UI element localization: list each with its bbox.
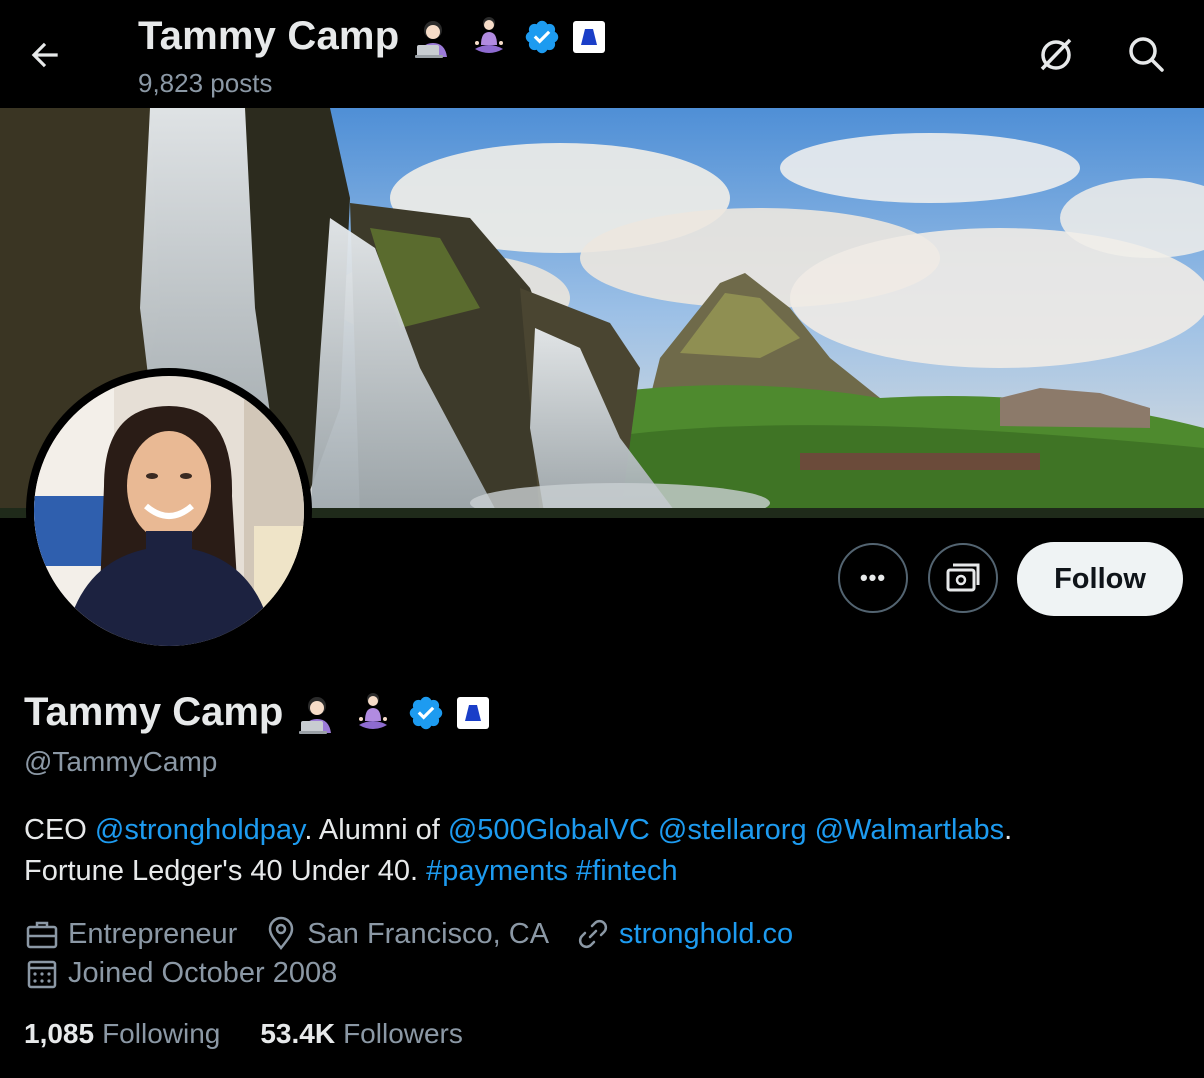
profile-stats: 1,085 Following 53.4K Followers — [24, 1018, 503, 1050]
verified-badge-icon[interactable] — [523, 18, 561, 56]
post-count: 9,823 posts — [138, 68, 273, 98]
profile-joined-row: Joined October 2008 — [24, 955, 363, 991]
bio-text — [650, 814, 658, 846]
briefcase-icon — [26, 921, 58, 949]
profile-bio: CEO @strongholdpay. Alumni of @500Global… — [24, 810, 1184, 892]
profile-joined: Joined October 2008 — [24, 955, 337, 991]
translate-button[interactable] — [1034, 32, 1078, 76]
header-name: Tammy Camp — [138, 14, 400, 58]
profile-name-row: Tammy Camp — [24, 690, 490, 735]
profile-category: Entrepreneur — [24, 916, 237, 952]
bio-text: Fortune Ledger's 40 Under 40. — [24, 855, 427, 887]
search-icon — [1129, 37, 1164, 72]
verified-badge-icon[interactable] — [407, 694, 445, 732]
category-label: Entrepreneur — [68, 917, 238, 950]
search-button[interactable] — [1124, 32, 1168, 76]
hashtag-fintech[interactable]: #fintech — [576, 855, 678, 887]
more-dots-icon: ••• — [859, 565, 887, 590]
subscribe-button[interactable] — [928, 543, 998, 613]
woman-lotus-position-emoji — [475, 16, 504, 53]
profile-meta-row: Entrepreneur San Francisco, CA stronghol… — [24, 916, 819, 952]
mention-walmartlabs[interactable]: @Walmartlabs — [815, 814, 1005, 846]
woman-lotus-position-emoji — [359, 692, 388, 729]
link-icon — [579, 919, 608, 949]
mention-500globalvc[interactable]: @500GlobalVC — [448, 814, 650, 846]
location-label: San Francisco, CA — [307, 917, 550, 950]
follow-button[interactable]: Follow — [1017, 542, 1183, 616]
calendar-icon — [27, 960, 57, 989]
profile-name: Tammy Camp — [24, 690, 284, 734]
mention-stellarorg[interactable]: @stellarorg — [658, 814, 807, 846]
followers-stat[interactable]: 53.4K Followers — [260, 1018, 463, 1050]
joined-label: Joined October 2008 — [68, 956, 338, 989]
bio-text: . — [1004, 814, 1013, 846]
location-pin-icon — [269, 916, 294, 951]
followers-count: 53.4K — [260, 1018, 336, 1049]
mention-strongholdpay[interactable]: @strongholdpay — [95, 814, 304, 846]
profile-avatar[interactable] — [26, 368, 312, 654]
woman-technologist-emoji — [415, 20, 448, 58]
more-options-button[interactable]: ••• — [838, 543, 908, 613]
following-count: 1,085 — [24, 1018, 95, 1049]
bio-text — [807, 814, 815, 846]
bio-text: CEO — [24, 814, 95, 846]
header-name-row: Tammy Camp — [138, 14, 606, 59]
bio-text — [568, 855, 576, 887]
profile-website[interactable]: stronghold.co — [575, 916, 793, 952]
money-icon — [946, 563, 980, 592]
woman-technologist-emoji — [299, 696, 332, 734]
arrow-left-icon — [31, 42, 58, 68]
top-bar: Tammy Camp 9,823 posts — [0, 0, 1204, 108]
bio-text: . Alumni of — [304, 814, 448, 846]
affiliate-logo-icon[interactable] — [457, 696, 490, 729]
following-stat[interactable]: 1,085 Following — [24, 1018, 220, 1050]
website-link[interactable]: stronghold.co — [619, 918, 793, 951]
affiliate-logo-icon[interactable] — [573, 20, 606, 53]
slashed-circle-icon — [1040, 38, 1072, 71]
hashtag-payments[interactable]: #payments — [426, 855, 568, 887]
avatar-photo — [34, 376, 304, 646]
followers-label: Followers — [343, 1018, 463, 1049]
profile-location: San Francisco, CA — [263, 916, 549, 952]
back-button[interactable] — [26, 36, 64, 74]
profile-handle: @TammyCamp — [24, 746, 218, 777]
following-label: Following — [102, 1018, 221, 1049]
